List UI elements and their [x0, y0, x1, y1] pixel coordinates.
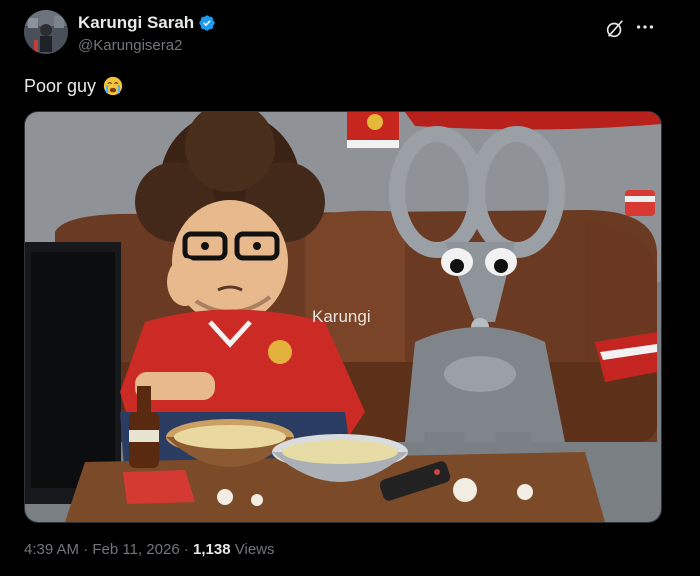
avatar[interactable] [24, 10, 68, 54]
tweet-text-content: Poor guy [24, 75, 97, 96]
tweet-text: Poor guy [24, 75, 124, 97]
views-count: 1,138 [193, 541, 231, 558]
tweet-date[interactable]: Feb 11, 2026 [92, 541, 179, 558]
more-options-icon[interactable] [634, 16, 656, 38]
display-name-text: Karungi Sarah [78, 13, 195, 32]
display-name[interactable]: Karungi Sarah [78, 13, 216, 33]
tweet-header: Karungi Sarah @Karungisera2 [24, 10, 676, 58]
tweet-image[interactable]: Karungi [24, 111, 662, 523]
handle[interactable]: @Karungisera2 [78, 37, 182, 54]
verified-badge-icon [199, 15, 215, 31]
tweet-metadata: 4:39 AM · Feb 11, 2026 · 1,138 Views [24, 541, 275, 558]
image-watermark: Karungi [312, 307, 371, 326]
views-label: Views [234, 541, 275, 558]
crying-face-emoji [103, 76, 123, 96]
tweet-time[interactable]: 4:39 AM [24, 541, 79, 558]
grok-icon[interactable] [604, 18, 626, 40]
